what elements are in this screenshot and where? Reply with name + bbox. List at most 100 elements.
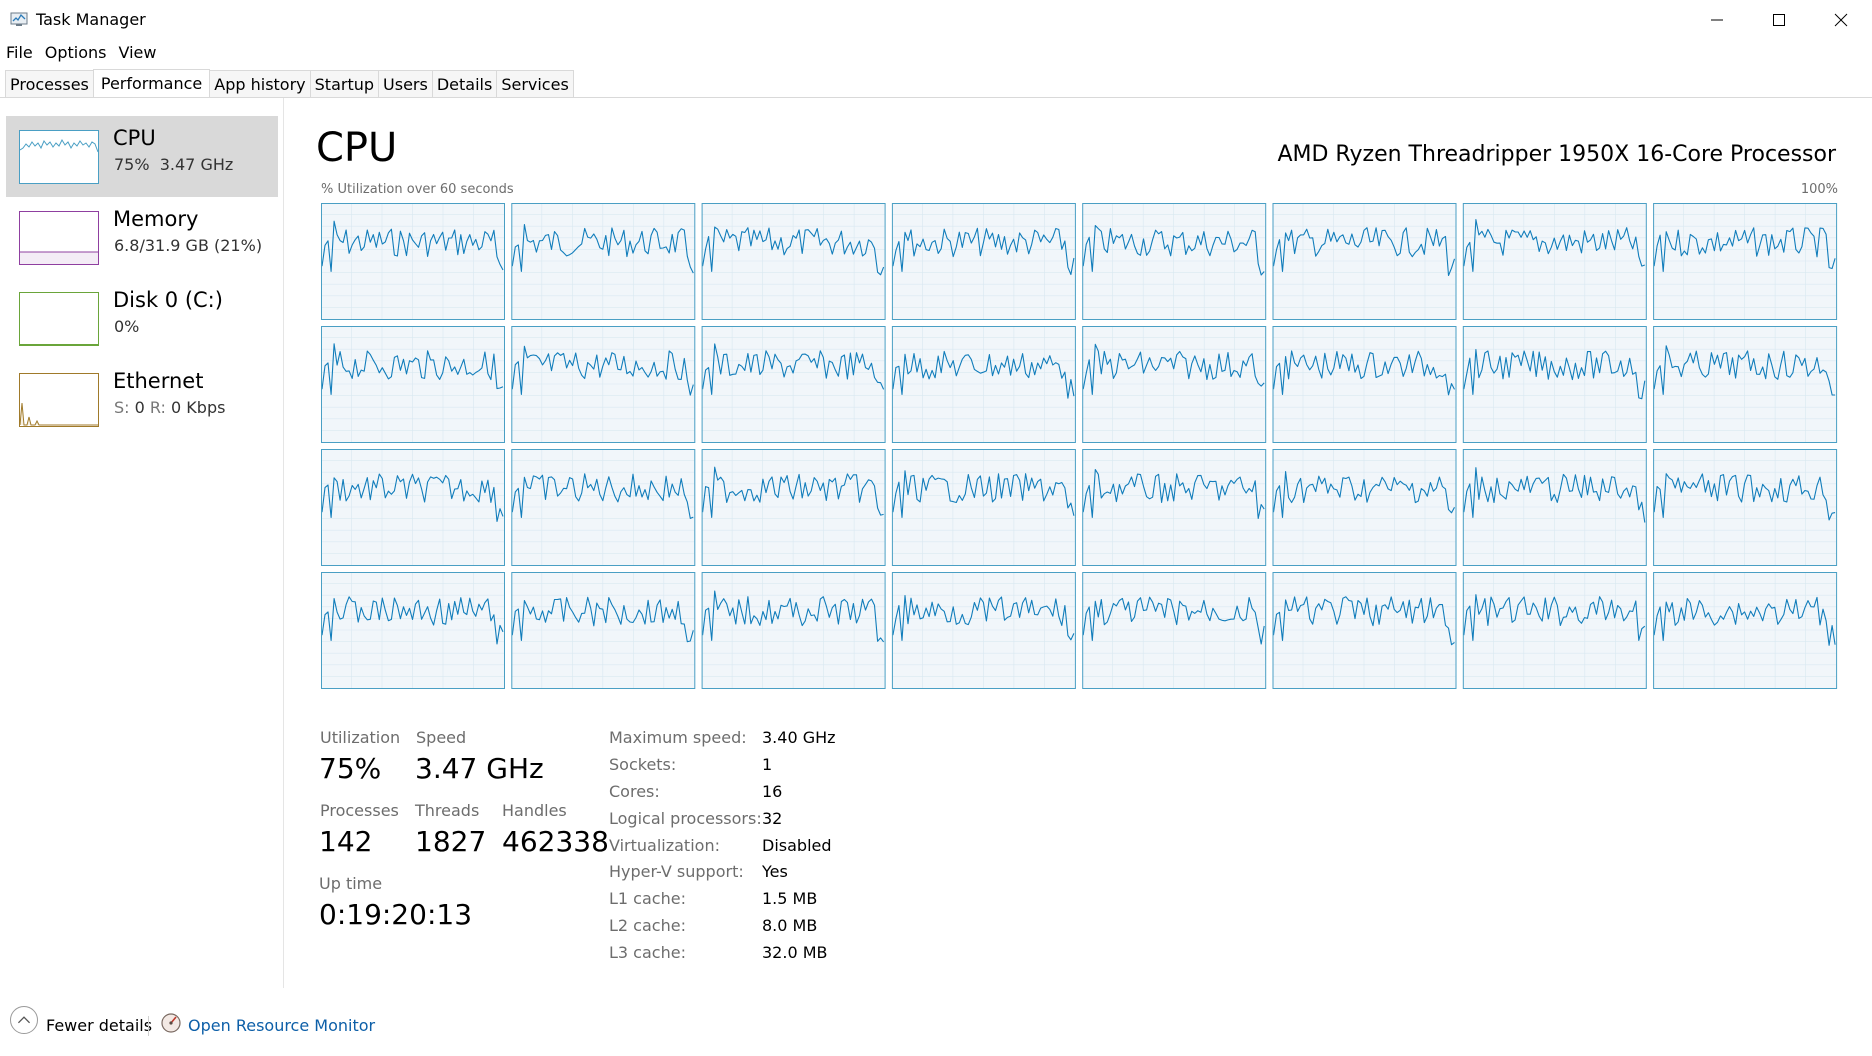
spec-label-l2-cache: L2 cache:	[609, 916, 686, 935]
logical-processor-graph-8	[321, 326, 505, 443]
resource-sidebar: CPU 75% 3.47 GHz Memory 6.8/31.9 GB (21%…	[0, 98, 284, 988]
footer-separator	[148, 1016, 149, 1036]
logical-processor-graph-13	[1272, 326, 1457, 443]
disk-thumbnail-graph	[19, 292, 99, 346]
minimize-button[interactable]	[1686, 0, 1748, 40]
logical-processor-graph-23	[1653, 449, 1838, 566]
logical-processor-graph-22	[1462, 449, 1647, 566]
logical-processor-graph-11	[891, 326, 1076, 443]
logical-processor-graph-31	[1653, 572, 1838, 689]
sidebar-item-ethernet-name: Ethernet	[113, 369, 204, 393]
tab-strip: Processes Performance App history Startu…	[5, 69, 574, 98]
tab-startup[interactable]: Startup	[309, 70, 380, 98]
logical-processor-graph-4	[1082, 203, 1267, 320]
processor-name: AMD Ryzen Threadripper 1950X 16-Core Pro…	[1277, 142, 1836, 167]
ethernet-receive-value: 0 Kbps	[171, 398, 226, 417]
cpu-thumbnail-graph	[19, 130, 99, 184]
logical-processor-graph-7	[1653, 203, 1838, 320]
logical-processor-graph-3	[891, 203, 1076, 320]
tab-app-history[interactable]: App history	[209, 70, 311, 98]
menu-view[interactable]: View	[113, 42, 163, 66]
sidebar-item-cpu[interactable]: CPU 75% 3.47 GHz	[6, 116, 278, 197]
task-manager-icon	[10, 12, 28, 26]
maximize-icon	[1773, 14, 1785, 26]
spec-label-virtualization: Virtualization:	[609, 836, 720, 855]
logical-processor-graphs	[321, 203, 1838, 690]
utilization-value: 75%	[319, 752, 382, 785]
processes-label: Processes	[320, 801, 399, 820]
open-resource-monitor-link[interactable]: Open Resource Monitor	[188, 1016, 375, 1035]
uptime-value: 0:19:20:13	[319, 898, 473, 931]
logical-processor-graph-6	[1462, 203, 1647, 320]
sidebar-item-disk-detail: 0%	[114, 317, 140, 336]
close-icon	[1834, 13, 1848, 27]
memory-thumbnail-graph	[19, 211, 99, 265]
logical-processor-graph-5	[1272, 203, 1457, 320]
page-title: CPU	[316, 125, 398, 171]
logical-processor-graph-12	[1082, 326, 1267, 443]
tab-services[interactable]: Services	[496, 70, 574, 98]
sidebar-item-cpu-detail: 75% 3.47 GHz	[114, 155, 234, 174]
threads-label: Threads	[415, 801, 480, 820]
menu-file[interactable]: File	[0, 42, 39, 66]
close-button[interactable]	[1810, 0, 1872, 40]
speed-value: 3.47 GHz	[415, 752, 544, 785]
spec-label-l3-cache: L3 cache:	[609, 943, 686, 962]
resource-monitor-icon	[161, 1013, 181, 1033]
handles-label: Handles	[502, 801, 567, 820]
logical-processor-graph-27	[891, 572, 1076, 689]
tab-performance[interactable]: Performance	[92, 69, 211, 98]
footer-bar: Fewer details Open Resource Monitor	[0, 1006, 1872, 1046]
logical-processor-graph-26	[701, 572, 886, 689]
ethernet-receive-label: R:	[149, 398, 166, 417]
threads-value: 1827	[415, 825, 487, 858]
spec-value-max-speed: 3.40 GHz	[762, 728, 836, 747]
spec-label-sockets: Sockets:	[609, 755, 677, 774]
ethernet-send-value: 0	[134, 398, 145, 417]
spec-label-hyperv: Hyper-V support:	[609, 862, 744, 881]
logical-processor-graph-16	[321, 449, 505, 566]
spec-value-l3-cache: 32.0 MB	[762, 943, 828, 962]
logical-processor-graph-19	[891, 449, 1076, 566]
logical-processor-graph-30	[1462, 572, 1647, 689]
menu-bar: File Options View	[0, 42, 162, 66]
spec-value-sockets: 1	[762, 755, 773, 774]
logical-processor-graph-20	[1082, 449, 1267, 566]
fewer-details-button[interactable]: Fewer details	[46, 1016, 152, 1035]
minimize-icon	[1711, 19, 1723, 21]
spec-label-l1-cache: L1 cache:	[609, 889, 686, 908]
logical-processor-graph-25	[511, 572, 696, 689]
tab-processes[interactable]: Processes	[5, 70, 94, 98]
spec-value-virtualization: Disabled	[762, 836, 832, 855]
spec-value-l2-cache: 8.0 MB	[762, 916, 818, 935]
tab-users[interactable]: Users	[378, 70, 433, 98]
utilization-label: Utilization	[320, 728, 401, 747]
maximize-button[interactable]	[1748, 0, 1810, 40]
sidebar-item-memory[interactable]: Memory 6.8/31.9 GB (21%)	[6, 197, 278, 278]
sidebar-item-disk-name: Disk 0 (C:)	[113, 288, 223, 312]
sidebar-item-ethernet[interactable]: Ethernet S: 0 R: 0 Kbps	[6, 359, 278, 440]
graph-axis-label: % Utilization over 60 seconds	[321, 182, 514, 197]
chevron-up-circle-icon[interactable]	[10, 1006, 38, 1034]
ethernet-send-label: S:	[114, 398, 130, 417]
logical-processor-graph-10	[701, 326, 886, 443]
logical-processor-graph-21	[1272, 449, 1457, 566]
spec-value-l1-cache: 1.5 MB	[762, 889, 818, 908]
processes-value: 142	[319, 825, 373, 858]
tab-details[interactable]: Details	[431, 70, 498, 98]
logical-processor-graph-0	[321, 203, 505, 320]
spec-label-logical-processors: Logical processors:	[609, 809, 762, 828]
uptime-label: Up time	[319, 874, 383, 893]
spec-label-max-speed: Maximum speed:	[609, 728, 747, 747]
window-title: Task Manager	[36, 10, 146, 29]
spec-value-logical-processors: 32	[762, 809, 783, 828]
logical-processor-graph-9	[511, 326, 696, 443]
logical-processor-graph-1	[511, 203, 696, 320]
logical-processor-graph-24	[321, 572, 505, 689]
sidebar-item-ethernet-detail: S: 0 R: 0 Kbps	[114, 398, 225, 417]
menu-options[interactable]: Options	[39, 42, 113, 66]
speed-label: Speed	[416, 728, 467, 747]
sidebar-item-disk[interactable]: Disk 0 (C:) 0%	[6, 278, 278, 359]
spec-value-cores: 16	[762, 782, 783, 801]
logical-processor-graph-2	[701, 203, 886, 320]
